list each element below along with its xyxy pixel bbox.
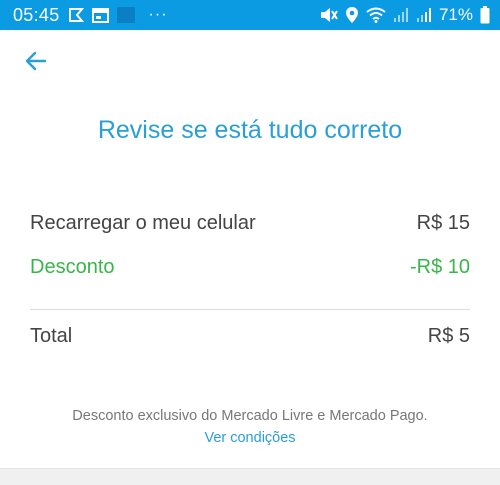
total-label: Total <box>30 325 73 347</box>
location-icon <box>345 6 359 24</box>
status-bar: 05:45 ··· 71% <box>0 0 500 30</box>
thumbnail-icon <box>116 7 135 23</box>
discount-note: Desconto exclusivo do Mercado Livre e Me… <box>72 408 428 424</box>
flag-icon <box>68 7 84 23</box>
divider <box>30 309 470 310</box>
window-icon <box>91 7 109 23</box>
status-right: 71% <box>320 5 490 25</box>
signal-icon <box>393 7 409 23</box>
wifi-icon <box>366 7 386 23</box>
battery-icon <box>480 6 490 24</box>
more-dots-icon: ··· <box>148 6 168 23</box>
total-value: R$ 5 <box>427 325 470 347</box>
recharge-row: Recarregar o meu celular R$ 15 <box>30 212 470 235</box>
status-time: 05:45 <box>13 4 60 25</box>
arrow-left-icon <box>24 51 47 76</box>
back-button[interactable] <box>18 48 52 78</box>
mute-icon <box>320 7 338 23</box>
bottom-band <box>0 468 500 485</box>
recharge-value: R$ 15 <box>416 212 470 234</box>
total-row: Total R$ 5 <box>30 325 470 348</box>
view-conditions-link[interactable]: Ver condições <box>0 430 500 446</box>
page-title: Revise se está tudo correto <box>97 116 403 144</box>
discount-label: Desconto <box>30 256 115 278</box>
discount-value: -R$ 10 <box>409 256 470 278</box>
signal-icon <box>416 7 432 23</box>
discount-row: Desconto -R$ 10 <box>30 256 470 279</box>
status-left: 05:45 ··· <box>13 5 168 26</box>
battery-percent: 71% <box>438 5 473 24</box>
recharge-label: Recarregar o meu celular <box>30 212 256 234</box>
